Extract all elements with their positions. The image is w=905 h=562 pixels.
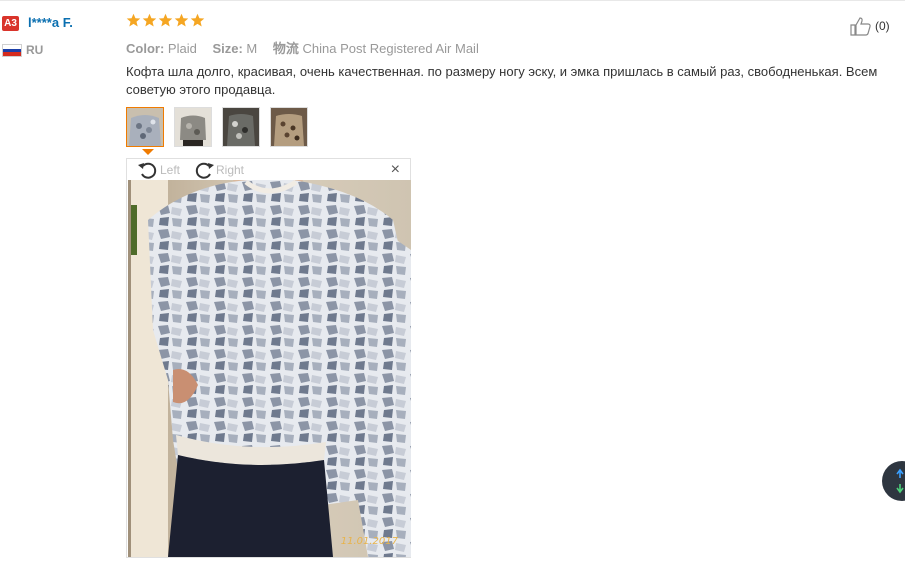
star-icon	[190, 13, 205, 27]
star-icon	[142, 13, 157, 27]
star-icon	[158, 13, 173, 27]
review-photo: 11.01.2017	[128, 180, 411, 557]
rotate-left-button[interactable]: Left	[137, 160, 180, 180]
rating-stars	[126, 13, 205, 28]
buyer-level-badge: A3	[2, 16, 19, 31]
color-value: Plaid	[167, 41, 197, 56]
rotate-right-icon	[195, 162, 214, 179]
country-flag-icon	[2, 44, 22, 57]
helpful-count: (0)	[875, 19, 890, 33]
color-label: Color:	[126, 41, 165, 56]
shipping-value: China Post Registered Air Mail	[302, 41, 479, 56]
top-divider	[0, 0, 905, 1]
photo-thumbnail[interactable]	[270, 107, 308, 147]
size-value: M	[246, 41, 258, 56]
viewer-toolbar: Left Right ×	[127, 159, 410, 180]
rotate-left-label: Left	[160, 163, 181, 177]
photo-thumbnail[interactable]	[222, 107, 260, 147]
arrow-down-icon	[896, 484, 904, 494]
buyer-name: l****a F.	[28, 15, 73, 30]
photo-thumbnails	[126, 107, 308, 147]
close-icon[interactable]: ×	[391, 161, 400, 179]
photo-thumbnail[interactable]	[126, 107, 164, 147]
rotate-left-icon	[138, 162, 157, 179]
active-thumbnail-pointer	[142, 149, 154, 155]
photo-thumbnail[interactable]	[174, 107, 212, 147]
photo-date-stamp: 11.01.2017	[340, 536, 398, 547]
scroll-to-top-widget[interactable]	[882, 461, 905, 501]
thumbs-up-icon	[850, 17, 871, 36]
star-icon	[126, 13, 141, 27]
rotate-right-label: Right	[216, 163, 245, 177]
rotate-right-button[interactable]: Right	[193, 160, 244, 180]
buyer-country: RU	[26, 43, 44, 57]
arrow-up-icon	[896, 468, 904, 478]
review-text: Кофта шла долго, красивая, очень качеств…	[126, 64, 878, 97]
helpful-button[interactable]: (0)	[849, 16, 890, 36]
shipping-label: 物流	[272, 41, 299, 56]
photo-viewer: Left Right × 11.01.2017	[126, 158, 411, 558]
star-icon	[174, 13, 189, 27]
order-info: Color: Plaid Size: M 物流 China Post Regis…	[126, 38, 491, 57]
size-label: Size:	[212, 41, 243, 56]
